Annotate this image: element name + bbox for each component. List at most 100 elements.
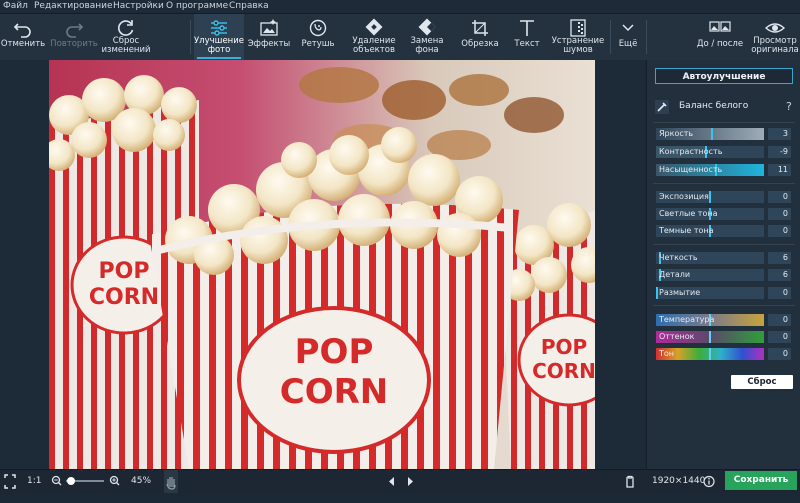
brightness-label: Яркость bbox=[659, 129, 694, 138]
saturation-slider[interactable]: Насыщенность bbox=[656, 164, 764, 176]
tab-background-replace[interactable]: Замена фона bbox=[404, 14, 450, 60]
next-image-button[interactable] bbox=[404, 470, 416, 493]
menu-file[interactable]: Файл bbox=[3, 1, 28, 11]
clarity-slider[interactable]: Четкость bbox=[656, 252, 764, 264]
tab-denoise[interactable]: Устранение шумов bbox=[551, 14, 605, 60]
tint-slider-knob[interactable] bbox=[709, 331, 711, 343]
adjustments-panel: Автоулучшение Баланс белого ? Яркость 3 … bbox=[646, 60, 800, 469]
eyedropper-icon bbox=[657, 102, 667, 112]
sliders-icon bbox=[211, 20, 227, 36]
effects-icon bbox=[260, 19, 278, 36]
zoom-level: 45% bbox=[131, 476, 152, 486]
photo-preview[interactable]: POP CORN POP CORN POP CORN bbox=[49, 60, 595, 469]
tab-object-removal-line2: объектов bbox=[353, 45, 395, 55]
tint-slider[interactable]: Оттенок bbox=[656, 331, 764, 343]
delete-button[interactable] bbox=[623, 470, 637, 493]
highlights-slider[interactable]: Светлые тона bbox=[656, 208, 764, 220]
tab-crop-label: Обрезка bbox=[461, 39, 499, 49]
view-original-button[interactable]: Просмотр оригинала bbox=[750, 14, 800, 60]
undo-button[interactable]: Отменить bbox=[0, 14, 46, 60]
highlights-value[interactable]: 0 bbox=[768, 208, 791, 220]
menu-settings[interactable]: Настройки bbox=[113, 1, 164, 11]
blur-slider-knob[interactable] bbox=[656, 287, 658, 299]
menu-edit[interactable]: Редактирование bbox=[34, 1, 113, 11]
before-after-icon bbox=[709, 21, 731, 32]
hue-label: Тон bbox=[659, 349, 675, 358]
auto-enhance-button[interactable]: Автоулучшение bbox=[655, 68, 793, 84]
blur-slider[interactable]: Размытие bbox=[656, 287, 764, 299]
zoom-out-icon bbox=[51, 475, 62, 486]
exposure-label: Экспозиция bbox=[659, 192, 709, 201]
tab-retouch[interactable]: Ретушь bbox=[295, 14, 341, 60]
brightness-slider-knob[interactable] bbox=[711, 128, 713, 140]
zoom-out-button[interactable] bbox=[51, 470, 63, 493]
right-box-corn-text: CORN bbox=[532, 359, 595, 383]
tab-crop[interactable]: Обрезка bbox=[457, 14, 503, 60]
more-tools-button[interactable]: Ещё bbox=[612, 14, 644, 60]
hue-value[interactable]: 0 bbox=[768, 348, 791, 360]
hue-slider[interactable]: Тон bbox=[656, 348, 764, 360]
shadows-label: Темные тона bbox=[659, 226, 714, 235]
temperature-slider[interactable]: Температура bbox=[656, 314, 764, 326]
exposure-value[interactable]: 0 bbox=[768, 191, 791, 203]
before-after-button[interactable]: До / после bbox=[694, 14, 746, 60]
contrast-value[interactable]: -9 bbox=[768, 146, 791, 158]
redo-button[interactable]: Повторить bbox=[49, 14, 99, 60]
details-slider[interactable]: Детали bbox=[656, 269, 764, 281]
tab-text[interactable]: Текст bbox=[505, 14, 549, 60]
white-balance-label: Баланс белого bbox=[679, 101, 749, 111]
center-box-pop-text: POP bbox=[295, 332, 374, 372]
contrast-slider[interactable]: Контрастность bbox=[656, 146, 764, 158]
previous-image-button[interactable] bbox=[386, 470, 398, 493]
save-button[interactable]: Сохранить bbox=[725, 471, 797, 490]
saturation-value[interactable]: 11 bbox=[768, 164, 791, 176]
help-button[interactable]: ? bbox=[786, 100, 792, 113]
details-label: Детали bbox=[659, 270, 691, 279]
zoom-in-button[interactable] bbox=[109, 470, 121, 493]
redo-icon bbox=[66, 23, 84, 38]
image-canvas: POP CORN POP CORN POP CORN bbox=[0, 60, 645, 469]
brightness-slider[interactable]: Яркость bbox=[656, 128, 764, 140]
left-box-corn-text: CORN bbox=[89, 285, 159, 310]
reset-changes-label: Сброс изменений bbox=[101, 37, 151, 55]
exposure-slider[interactable]: Экспозиция bbox=[656, 191, 764, 203]
right-box-pop-text: POP bbox=[541, 335, 587, 359]
menu-help[interactable]: Справка bbox=[229, 1, 269, 11]
blur-value[interactable]: 0 bbox=[768, 287, 791, 299]
exposure-slider-knob[interactable] bbox=[709, 191, 711, 203]
toolbar: Отменить Повторить Сброс изменений Улучш… bbox=[0, 14, 800, 60]
pan-tool-button[interactable] bbox=[164, 470, 178, 493]
image-info-button[interactable] bbox=[702, 470, 716, 493]
fit-to-screen-button[interactable] bbox=[3, 470, 17, 493]
tab-photo-enhance[interactable]: Улучшение фото bbox=[194, 14, 244, 60]
crop-icon bbox=[472, 20, 488, 36]
zoom-slider[interactable] bbox=[66, 477, 104, 485]
menu-about[interactable]: О программе bbox=[166, 1, 228, 11]
reset-changes-button[interactable]: Сброс изменений bbox=[101, 14, 151, 60]
menu-bar: Файл Редактирование Настройки О программ… bbox=[0, 0, 800, 14]
brightness-value[interactable]: 3 bbox=[768, 128, 791, 140]
object-removal-icon bbox=[365, 18, 383, 36]
tab-photo-enhance-line2: фото bbox=[207, 45, 231, 55]
details-value[interactable]: 6 bbox=[768, 269, 791, 281]
actual-size-button[interactable]: 1:1 bbox=[27, 470, 41, 493]
view-original-line2: оригинала bbox=[751, 45, 799, 55]
reset-button[interactable]: Сброс bbox=[731, 375, 793, 389]
denoise-icon bbox=[570, 19, 586, 37]
shadows-slider[interactable]: Темные тона bbox=[656, 225, 764, 237]
tab-effects[interactable]: Эффекты bbox=[246, 14, 292, 60]
tab-effects-label: Эффекты bbox=[247, 39, 291, 49]
temperature-value[interactable]: 0 bbox=[768, 314, 791, 326]
contrast-label: Контрастность bbox=[659, 147, 723, 156]
view-original-label: Просмотр оригинала bbox=[750, 37, 800, 55]
clarity-value[interactable]: 6 bbox=[768, 252, 791, 264]
clarity-label: Четкость bbox=[659, 253, 698, 262]
chevron-down-icon bbox=[622, 24, 634, 32]
tab-object-removal[interactable]: Удаление объектов bbox=[348, 14, 400, 60]
hue-slider-knob[interactable] bbox=[709, 348, 711, 360]
tint-value[interactable]: 0 bbox=[768, 331, 791, 343]
tab-photo-enhance-label: Улучшение фото bbox=[194, 37, 244, 55]
zoom-slider-knob[interactable] bbox=[67, 477, 75, 485]
shadows-value[interactable]: 0 bbox=[768, 225, 791, 237]
eyedropper-button[interactable] bbox=[655, 100, 669, 114]
